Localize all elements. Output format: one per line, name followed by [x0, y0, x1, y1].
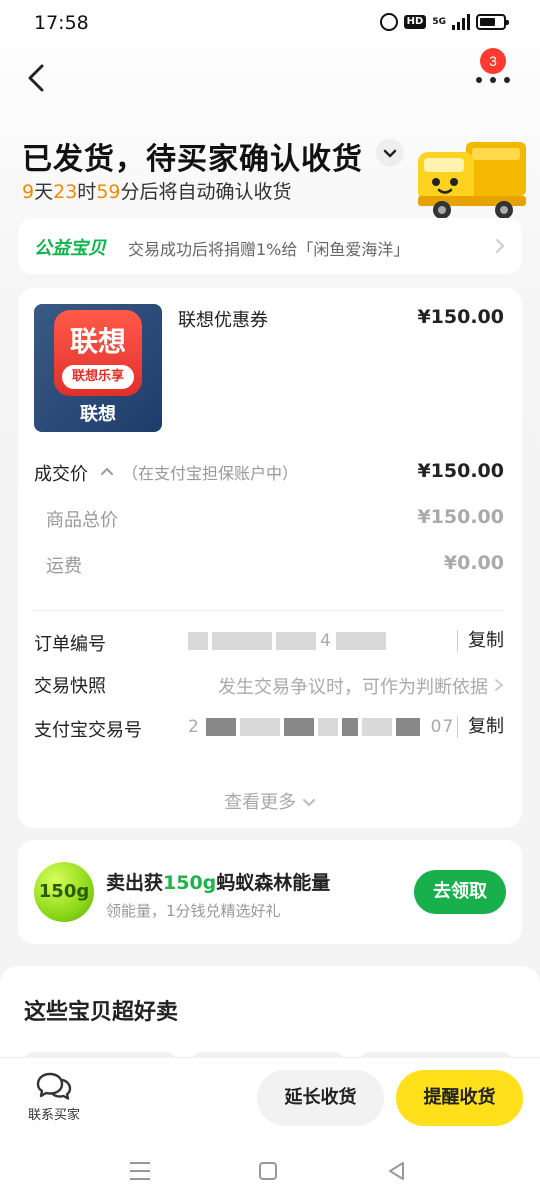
order-number-label: 订单编号: [34, 634, 106, 655]
menu-icon[interactable]: [130, 1162, 150, 1180]
deal-price-label: 成交价: [34, 464, 88, 485]
deal-price-value: ¥150.00: [417, 460, 504, 482]
energy-title-prefix: 卖出获: [106, 872, 164, 894]
copy-alipay-number-button[interactable]: 复制: [457, 716, 504, 738]
energy-title-suffix: 蚂蚁森林能量: [216, 872, 331, 894]
energy-title-amount: 150g: [163, 872, 217, 894]
extend-receipt-button[interactable]: 延长收货: [257, 1070, 384, 1126]
shipping-label: 运费: [46, 556, 82, 577]
charity-brand: 公益宝贝: [34, 238, 106, 259]
deal-price-row[interactable]: 成交价 （在支付宝担保账户中） ¥150.00: [34, 460, 504, 488]
more-dot-icon: [490, 77, 496, 83]
shipping-value: ¥0.00: [443, 552, 504, 574]
chevron-left-icon: [28, 64, 44, 92]
trade-snapshot-hint: 发生交易争议时，可作为判断依据: [218, 677, 488, 698]
charity-text: 交易成功后将捐赠1%给「闲鱼爱海洋」: [128, 240, 410, 259]
hd-icon: HD: [403, 15, 427, 29]
trade-snapshot-label: 交易快照: [34, 676, 106, 697]
more-dot-icon: [504, 77, 510, 83]
alipay-number-prefix: 2: [188, 717, 200, 737]
logo-main-text: 联想: [69, 325, 126, 358]
divider: [34, 610, 504, 611]
countdown-suffix: 分后将自动确认收货: [120, 181, 292, 203]
system-navigation-bar: [0, 1146, 540, 1204]
lenovo-logo: 联想 联想乐享: [54, 310, 142, 396]
charity-banner[interactable]: 公益宝贝 交易成功后将捐赠1%给「闲鱼爱海洋」: [18, 218, 522, 274]
claim-energy-button[interactable]: 去领取: [414, 870, 506, 914]
alipay-number-suffix: 07: [430, 717, 455, 737]
copy-order-number-button[interactable]: 复制: [457, 630, 504, 652]
energy-ball-icon: 150g: [34, 862, 94, 922]
goods-total-label: 商品总价: [46, 510, 118, 531]
chevron-right-icon: [496, 239, 505, 253]
countdown-days-unit: 天: [34, 181, 54, 203]
ant-forest-energy-card: 150g 卖出获150g蚂蚁森林能量 领能量，1分钱兑精选好礼 去领取: [18, 840, 522, 944]
product-price: ¥150.00: [417, 306, 504, 328]
back-triangle-icon[interactable]: [386, 1160, 406, 1182]
chevron-down-icon: [383, 149, 397, 158]
product-image[interactable]: 联想 联想乐享 联想: [34, 304, 162, 432]
alipay-trade-number-value: 2 07: [188, 717, 454, 737]
bottom-action-bar: 联系买家 延长收货 提醒收货: [0, 1058, 540, 1146]
recommend-title: 这些宝贝超好卖: [24, 1000, 179, 1025]
product-image-caption: 联想: [80, 404, 116, 425]
status-expand-button[interactable]: [376, 139, 404, 167]
chevron-right-icon: [495, 679, 504, 691]
chevron-up-icon: [101, 467, 113, 475]
contact-buyer-button[interactable]: 联系买家: [20, 1070, 88, 1130]
contact-buyer-label: 联系买家: [27, 1108, 80, 1123]
remind-receipt-button[interactable]: 提醒收货: [396, 1070, 523, 1126]
countdown-hours: 23: [53, 181, 78, 203]
chat-bubble-icon: [36, 1072, 72, 1100]
see-more-label: 查看更多: [224, 792, 297, 813]
deal-price-note: （在支付宝担保账户中）: [122, 464, 299, 483]
page-title: 已发货，待买家确认收货: [22, 142, 363, 177]
alarm-icon: [379, 13, 398, 31]
delivery-truck-icon: [418, 142, 526, 219]
goods-total-row: 商品总价 ¥150.00: [34, 506, 504, 534]
order-card: 联想 联想乐享 联想 联想优惠券 ¥150.00 成交价 （在支付宝担保账户中）…: [18, 288, 522, 828]
trade-snapshot-row[interactable]: 交易快照 发生交易争议时，可作为判断依据: [34, 672, 504, 700]
network-label: 5G: [432, 17, 446, 27]
order-number-row: 订单编号 4 复制: [34, 630, 504, 658]
countdown-days: 9: [22, 181, 35, 203]
auto-confirm-countdown: 9天23时59分后将自动确认收货: [22, 177, 292, 204]
more-dot-icon: [476, 77, 482, 83]
order-number-visible-digit: 4: [320, 631, 332, 651]
shipping-row: 运费 ¥0.00: [34, 552, 504, 580]
order-number-value: 4: [188, 631, 390, 651]
countdown-hours-unit: 时: [77, 181, 97, 203]
status-icons: HD 5G: [379, 13, 509, 31]
signal-icon: [452, 14, 470, 30]
countdown-minutes: 59: [96, 181, 121, 203]
see-more-button[interactable]: 查看更多: [18, 788, 522, 814]
chevron-down-icon: [302, 799, 315, 807]
goods-total-value: ¥150.00: [417, 506, 504, 528]
alipay-trade-number-row: 支付宝交易号 2 07 复制: [34, 716, 504, 744]
status-time: 17:58: [34, 12, 89, 34]
logo-pill-text: 联想乐享: [62, 365, 134, 389]
notification-badge: 3: [480, 48, 506, 74]
home-icon[interactable]: [259, 1162, 277, 1180]
product-name[interactable]: 联想优惠券: [178, 306, 268, 332]
status-bar: 17:58 HD 5G: [0, 0, 540, 48]
energy-title: 卖出获150g蚂蚁森林能量: [106, 868, 330, 895]
alipay-trade-number-label: 支付宝交易号: [34, 720, 142, 741]
battery-icon: [476, 14, 509, 30]
energy-subtitle: 领能量，1分钱兑精选好礼: [106, 902, 281, 920]
back-button[interactable]: [20, 60, 56, 96]
